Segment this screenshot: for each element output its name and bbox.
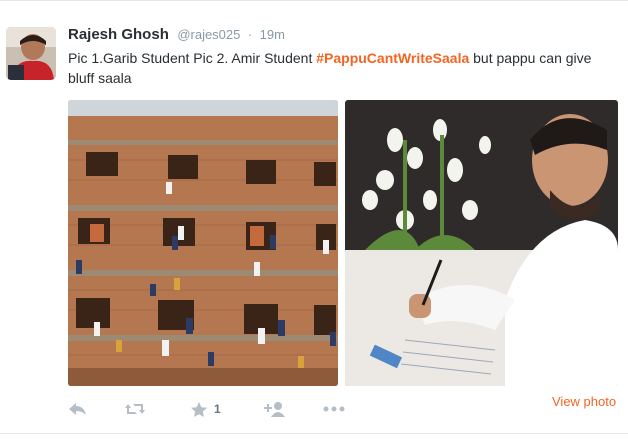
hashtag-link[interactable]: #PappuCantWriteSaala (316, 50, 469, 66)
bottom-divider (0, 433, 628, 434)
favorite-count: 1 (214, 402, 221, 416)
photo-building[interactable] (68, 100, 338, 386)
photo-man-writing[interactable] (345, 100, 618, 386)
retweet-icon (124, 401, 146, 417)
tweet-timestamp[interactable]: 19m (260, 27, 285, 42)
favorite-button[interactable]: 1 (190, 397, 221, 421)
reply-icon (68, 401, 88, 417)
star-icon (190, 401, 208, 418)
tweet-text-before: Pic 1.Garib Student Pic 2. Amir Student (68, 50, 317, 66)
top-divider (0, 0, 628, 1)
tweet-actions: 1 (68, 397, 618, 423)
more-button[interactable] (322, 397, 346, 421)
follow-button[interactable] (264, 397, 286, 421)
retweet-button[interactable] (124, 397, 146, 421)
tweet-header: Rajesh Ghosh @rajes025 · 19m (68, 26, 285, 46)
tweet-text: Pic 1.Garib Student Pic 2. Amir Student … (68, 48, 618, 88)
view-photo-link[interactable]: View photo (552, 394, 616, 409)
avatar[interactable] (6, 27, 56, 80)
follow-icon (264, 401, 286, 417)
reply-button[interactable] (68, 397, 88, 421)
separator: · (247, 27, 253, 42)
more-icon (322, 405, 346, 413)
author-handle[interactable]: @rajes025 (177, 27, 240, 42)
author-name[interactable]: Rajesh Ghosh (68, 26, 169, 43)
